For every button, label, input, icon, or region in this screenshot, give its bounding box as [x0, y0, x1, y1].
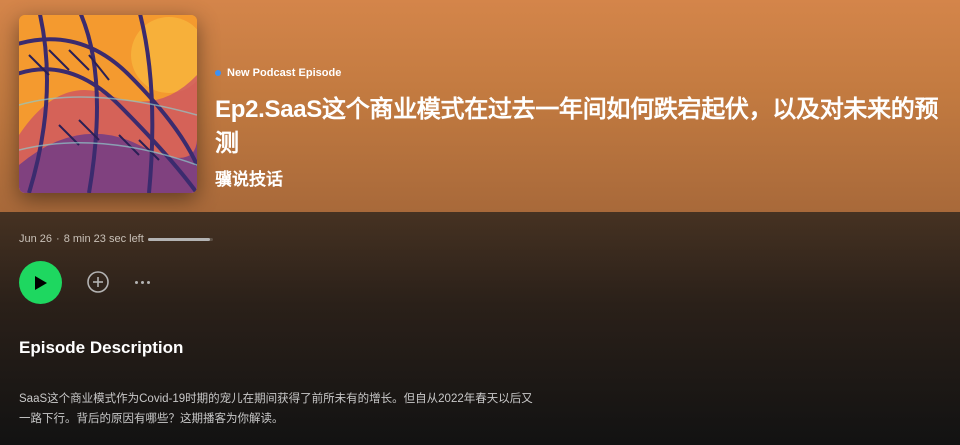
- episode-date: Jun 26: [19, 233, 53, 245]
- more-options-icon-dot: [146, 280, 150, 284]
- new-episode-dot-icon: [215, 70, 221, 76]
- description-text: SaaS这个商业模式作为Covid-19时期的宠儿在期间获得了前所未有的增长。但…: [19, 393, 533, 425]
- add-circle-icon: [87, 271, 109, 293]
- episode-type-label: New Podcast Episode: [215, 67, 341, 79]
- episode-meta: Jun 26 · 8 min 23 sec left: [19, 233, 144, 245]
- episode-time-left: 8 min 23 sec left: [63, 233, 144, 245]
- episode-cover-art: [19, 15, 197, 193]
- episode-type-text: New Podcast Episode: [227, 67, 342, 79]
- episode-progress-bar: [148, 238, 213, 241]
- play-icon: [34, 275, 47, 290]
- play-button[interactable]: [19, 261, 62, 304]
- show-name-link[interactable]: 骥说技话: [215, 165, 283, 190]
- more-options-icon-dot: [134, 280, 138, 284]
- meta-separator: ·: [56, 233, 60, 245]
- episode-title: Ep2.SaaS这个商业模式在过去一年间如何跌宕起伏，以及对未来的预测: [215, 96, 939, 157]
- more-options-button[interactable]: [130, 274, 154, 290]
- description-heading: Episode Description: [19, 338, 184, 357]
- more-options-icon-dot: [140, 280, 144, 284]
- add-to-library-button[interactable]: [86, 270, 110, 294]
- episode-progress-fill: [148, 238, 210, 241]
